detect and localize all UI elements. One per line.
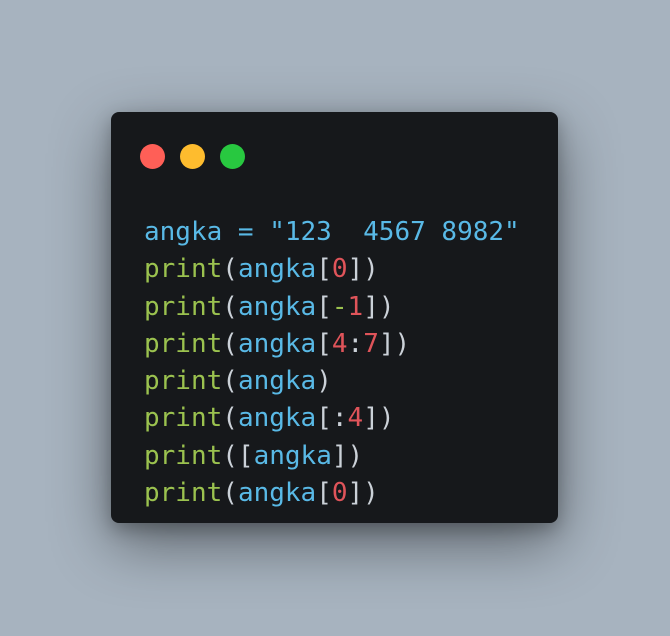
code-token: ( [222,291,238,322]
code-token: ) [316,366,332,397]
code-line: print(angka[:4]) [144,400,520,437]
maximize-dot[interactable] [220,144,245,169]
code-token: ]) [331,440,364,471]
code-token: ( [222,254,238,285]
code-token: 4 [347,403,364,434]
minimize-dot[interactable] [180,144,205,169]
code-token: [: [316,403,348,434]
code-token: angka [237,366,317,397]
code-token: [ [316,328,332,359]
code-token: : [347,328,364,359]
code-token: [ [316,291,332,322]
code-line: print([angka]) [144,438,520,475]
code-token: ]) [378,328,411,359]
code-token: 0 [331,254,348,285]
code-token: ]) [363,403,395,434]
close-dot[interactable] [140,144,165,169]
code-window: angka = "123 4567 8982" print(angka[0]) pr… [111,112,558,523]
code-token: angka = "123 4567 8982" [144,217,520,247]
code-line: print(angka[-1]) [144,289,520,326]
code-line: print(angka[0]) [144,475,520,512]
code-token: angka [237,254,317,285]
code-token: - [331,291,348,322]
code-token: ( [222,478,238,509]
code-line: print(angka) [144,363,520,400]
code-token: angka [237,403,317,434]
code-token: angka [237,478,317,509]
code-token: ]) [363,291,395,322]
code-token: print [144,328,223,359]
code-token: ]) [347,254,379,285]
code-block: angka = "123 4567 8982" print(angka[0]) pr… [144,214,520,512]
code-token: 7 [363,328,379,359]
code-token: ( [222,328,238,359]
code-token: ( [222,403,238,434]
code-token: ([ [222,440,254,471]
code-token: angka [237,328,317,359]
code-token: print [144,440,223,471]
code-token: ]) [347,478,379,509]
code-token: angka [237,291,317,322]
code-token: 0 [331,478,348,509]
code-token: print [144,291,223,322]
code-token: angka [253,440,332,471]
code-line: angka = "123 4567 8982" [144,214,520,251]
code-token: 4 [331,328,348,359]
code-token: print [144,254,223,285]
code-token: [ [316,478,332,509]
code-token: 1 [347,291,364,322]
page-background: { "colors": { "background": "#a7b3bf", "… [0,0,670,636]
code-line: print(angka[4:7]) [144,326,520,363]
code-token: print [144,403,223,434]
code-token: ( [222,366,238,397]
code-line: print(angka[0]) [144,251,520,288]
code-token: print [144,478,223,509]
code-token: [ [316,254,332,285]
code-token: print [144,366,223,397]
